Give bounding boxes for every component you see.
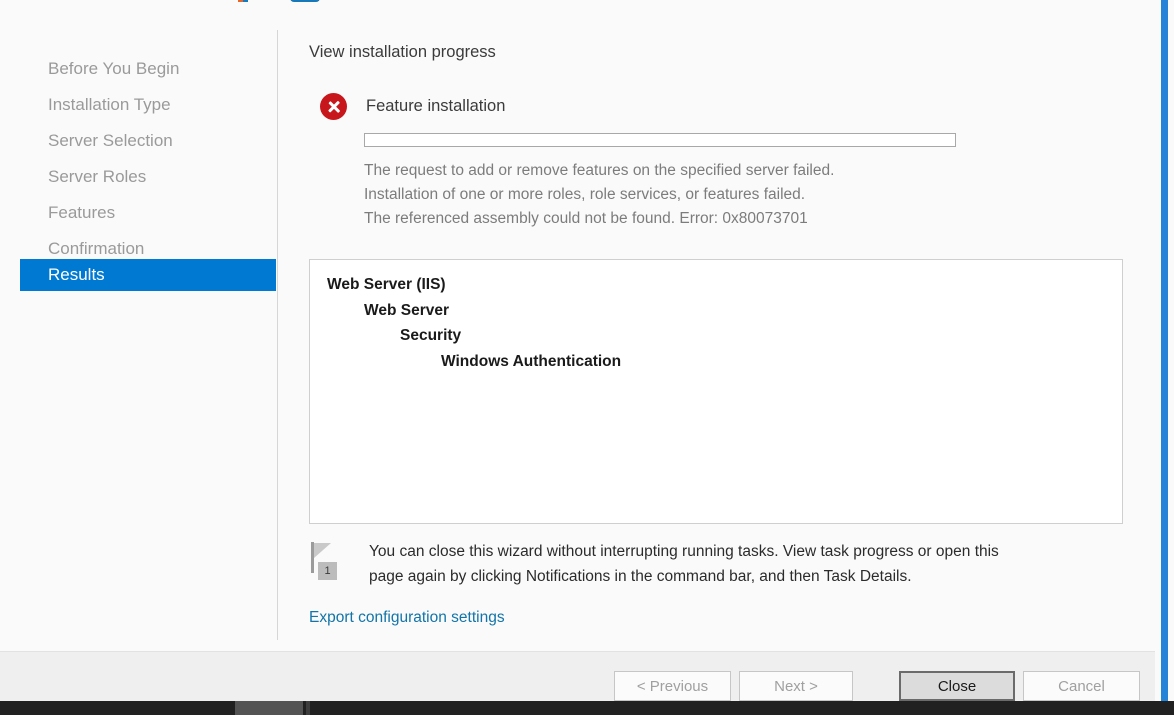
installation-progress-bar (364, 133, 956, 147)
error-message-line: Installation of one or more roles, role … (364, 186, 806, 203)
error-message-line: The referenced assembly could not be fou… (364, 210, 808, 227)
sidebar-item-label: Confirmation (48, 239, 145, 258)
header-glyph-fragment-d (290, 0, 320, 2)
installed-features-tree[interactable]: Web Server (IIS) Web Server Security Win… (309, 259, 1123, 524)
sidebar-item-before-you-begin[interactable]: Before You Begin (20, 53, 276, 85)
sidebar-item-server-roles[interactable]: Server Roles (20, 161, 276, 193)
sidebar-item-server-selection[interactable]: Server Selection (20, 125, 276, 157)
wizard-body: Before You Begin Installation Type Serve… (0, 9, 1155, 648)
previous-button[interactable]: < Previous (614, 671, 731, 701)
installation-status-row: Feature installation (320, 93, 505, 120)
error-icon (320, 93, 347, 120)
sidebar-item-features[interactable]: Features (20, 197, 276, 229)
notification-note-text: You can close this wizard without interr… (369, 539, 1114, 589)
notification-flag-icon: 1 (309, 542, 343, 584)
tree-item: Security (400, 327, 462, 344)
notification-note: 1 You can close this wizard without inte… (309, 539, 1139, 589)
header-glyph-fragment-c (245, 0, 248, 2)
sidebar-item-label: Features (48, 203, 116, 222)
taskbar-active-item[interactable] (235, 701, 303, 715)
next-button[interactable]: Next > (739, 671, 853, 701)
wizard-content-pane: View installation progress Feature insta… (278, 9, 1155, 648)
export-configuration-settings-link[interactable]: Export configuration settings (309, 609, 505, 627)
sidebar-item-label: Results (48, 265, 105, 284)
window-accent-border-right (1161, 0, 1168, 701)
tree-item: Windows Authentication (441, 352, 622, 370)
error-message-block: The request to add or remove features on… (364, 159, 1124, 231)
sidebar-item-installation-type[interactable]: Installation Type (20, 89, 276, 121)
sidebar-item-label: Before You Begin (48, 59, 180, 78)
notification-count-badge: 1 (318, 562, 337, 580)
sidebar-item-results[interactable]: Results (20, 259, 276, 291)
taskbar[interactable] (0, 701, 1174, 715)
sidebar-item-label: Server Roles (48, 167, 147, 186)
add-roles-features-wizard-window: Before You Begin Installation Type Serve… (0, 0, 1174, 715)
close-button[interactable]: Close (899, 671, 1015, 701)
sidebar-item-label: Server Selection (48, 131, 173, 150)
wizard-footer: < Previous Next > Close Cancel (0, 651, 1155, 701)
note-line: page again by clicking Notifications in … (369, 568, 912, 585)
flag-banner (314, 543, 331, 558)
note-line: You can close this wizard without interr… (369, 543, 999, 560)
installation-status-label: Feature installation (366, 97, 506, 115)
cropped-header-sliver (0, 0, 1174, 9)
wizard-step-navigation: Before You Begin Installation Type Serve… (0, 9, 278, 648)
error-message-line: The request to add or remove features on… (364, 162, 835, 179)
cancel-button[interactable]: Cancel (1023, 671, 1140, 701)
page-title: View installation progress (309, 43, 496, 61)
sidebar-item-label: Installation Type (48, 95, 171, 114)
tree-item: Web Server (364, 301, 450, 319)
taskbar-item-separator (306, 701, 310, 715)
window-edge-outer-margin (1168, 0, 1174, 701)
tree-item: Web Server (IIS) (327, 276, 446, 293)
